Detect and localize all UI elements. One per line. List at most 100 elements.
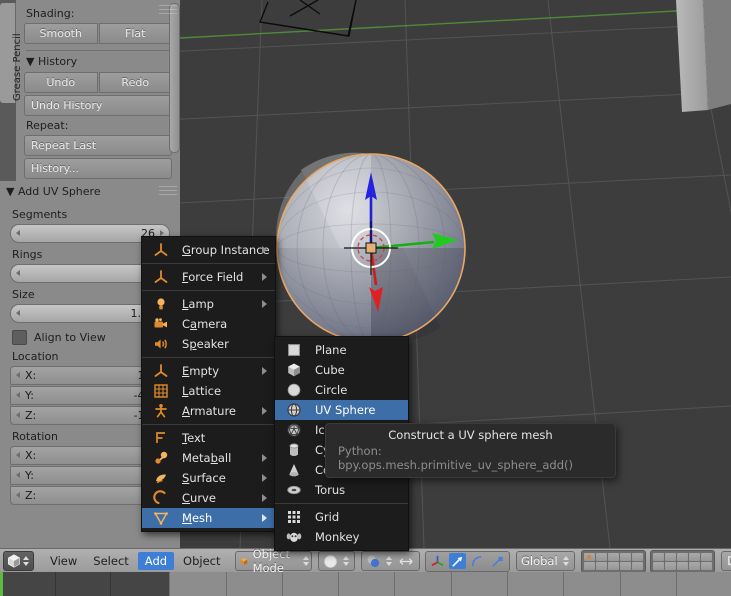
repeat-last-button[interactable]: Repeat Last [24,135,172,156]
layer-group-2[interactable] [649,549,715,573]
tool-shelf[interactable]: Grease Pencil Shading: Smooth Flat ▼ His… [0,0,180,181]
history-panel-header[interactable]: ▼ History [26,55,172,68]
lamp-icon [153,296,169,312]
add-menu-item-mesh[interactable]: Mesh [142,508,275,528]
mesh-submenu-item-monkey[interactable]: Monkey [275,527,408,547]
add-menu-item-surface[interactable]: Surface [142,468,275,488]
menu-select[interactable]: Select [86,552,135,570]
layer-button[interactable] [688,552,700,561]
pivot-and-snap-group[interactable] [360,551,420,571]
transform-orientation-arrows[interactable] [562,554,570,568]
smooth-button[interactable]: Smooth [24,23,98,44]
layer-button[interactable] [664,561,676,570]
manipulator-toggle-button[interactable] [429,553,446,569]
scene-layers[interactable] [580,549,715,573]
add-menu-item-label: Speaker [182,337,229,351]
layer-button[interactable] [607,561,619,570]
layer-button[interactable] [631,561,643,570]
editor-type-arrows[interactable] [23,554,30,568]
add-menu-item-force-field[interactable]: Force Field [142,267,275,287]
mesh-submenu-item-circle[interactable]: Circle [275,380,408,400]
mesh-submenu-item-uv-sphere[interactable]: UV Sphere [275,400,408,420]
viewport-shading-selector[interactable] [317,551,355,571]
mesh-submenu-item-plane[interactable]: Plane [275,340,408,360]
size-decrement-arrow[interactable] [16,310,20,316]
render-layer-button[interactable] [720,551,731,571]
layer-button[interactable] [631,552,643,561]
transform-orientation-selector[interactable]: Global [515,551,575,571]
mode-selector-arrows[interactable] [302,554,309,568]
rotation-x-decrement-arrow[interactable] [16,452,20,458]
timeline-playhead[interactable] [0,572,3,596]
empty-plain-axes-icon [153,242,169,258]
timeline-editor[interactable] [0,572,731,596]
add-menu-item-armature[interactable]: Armature [142,401,275,421]
empty-axes-icon [153,363,169,379]
manipulator-translate-button[interactable] [448,553,466,569]
add-menu-item-label: Mesh [182,511,213,525]
layer-button[interactable] [700,561,712,570]
layer-button[interactable] [652,552,664,561]
layer-button[interactable] [676,561,688,570]
layer-button[interactable] [676,552,688,561]
add-menu-item-text[interactable]: Text [142,428,275,448]
add-menu-item-curve[interactable]: Curve [142,488,275,508]
pivot-arrows[interactable] [385,554,393,568]
grid-icon [286,509,302,525]
operator-panel-header[interactable]: ▼ Add UV Sphere [0,181,180,203]
menu-add[interactable]: Add [137,552,175,570]
manipulator-scale-icon [492,556,503,567]
add-menu-item-empty[interactable]: Empty [142,361,275,381]
history-ellipsis-button[interactable]: History... [24,158,172,179]
shading-arrows[interactable] [342,554,350,568]
location-z-decrement-arrow[interactable] [16,412,20,418]
mesh-submenu-item-torus[interactable]: Torus [275,480,408,500]
redo-button[interactable]: Redo [98,72,172,93]
layer-button[interactable] [595,552,607,561]
add-menu-item-lattice[interactable]: Lattice [142,381,275,401]
tab-grease-pencil[interactable]: Grease Pencil [0,3,23,103]
mesh-submenu-item-grid[interactable]: Grid [275,507,408,527]
add-menu-item-lamp[interactable]: Lamp [142,294,275,314]
flat-button[interactable]: Flat [98,23,172,44]
add-menu-item-group-instance[interactable]: Group Instance [142,240,275,260]
add-menu-item-camera[interactable]: Camera [142,314,275,334]
add-menu[interactable]: Group Instance Force Field Lamp Camera Speak… [141,236,276,532]
layer-group-1[interactable] [580,549,646,573]
tool-shelf-grip-top [158,2,178,16]
rings-decrement-arrow[interactable] [16,270,20,276]
layer-button[interactable] [688,561,700,570]
snap-magnet-button[interactable] [398,553,415,569]
align-to-view-checkbox[interactable] [12,330,27,345]
manipulator-group[interactable] [424,550,510,572]
rotation-y-decrement-arrow[interactable] [16,472,20,478]
layer-button[interactable] [607,552,619,561]
mode-selector[interactable]: Object Mode [234,549,312,573]
layer-button[interactable] [700,552,712,561]
tool-shelf-scrollbar[interactable] [169,3,180,165]
manipulator-rotate-button[interactable] [469,553,486,569]
viewport-header[interactable]: View Select Add Object Object Mode Globa… [0,548,731,573]
undo-history-button[interactable]: Undo History [24,95,172,116]
add-menu-item-speaker[interactable]: Speaker [142,334,275,354]
layer-button[interactable] [619,561,631,570]
layer-button[interactable] [664,552,676,561]
add-menu-item-metaball[interactable]: Metaball [142,448,275,468]
editor-type-selector[interactable] [3,551,34,571]
layer-button[interactable] [595,561,607,570]
segments-decrement-arrow[interactable] [16,230,20,236]
layer-button[interactable] [619,552,631,561]
undo-button[interactable]: Undo [24,72,98,93]
mesh-submenu-item-cube[interactable]: Cube [275,360,408,380]
tool-shelf-scroll-thumb[interactable] [169,3,180,153]
location-y-decrement-arrow[interactable] [16,392,20,398]
layer-button[interactable] [583,561,595,570]
location-x-decrement-arrow[interactable] [16,372,20,378]
menu-view[interactable]: View [43,552,84,570]
manipulator-scale-button[interactable] [489,553,506,569]
layer-button[interactable] [583,552,595,561]
menu-object[interactable]: Object [176,552,227,570]
location-y-axis: Y: [25,389,34,402]
rotation-z-decrement-arrow[interactable] [16,492,20,498]
layer-button[interactable] [652,561,664,570]
